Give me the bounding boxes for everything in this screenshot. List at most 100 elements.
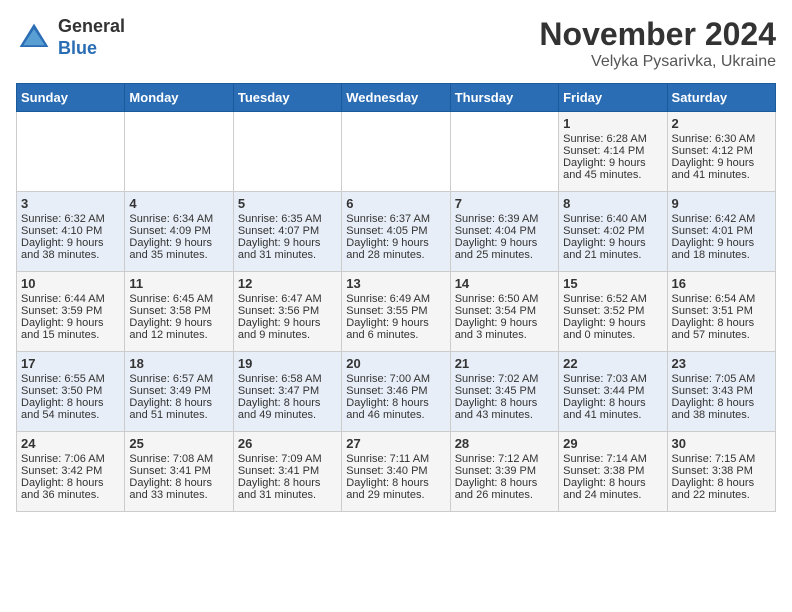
cell-line: Sunrise: 6:45 AM bbox=[129, 293, 228, 305]
calendar-cell: 15Sunrise: 6:52 AMSunset: 3:52 PMDayligh… bbox=[559, 272, 667, 352]
cell-line: and 18 minutes. bbox=[672, 249, 771, 261]
cell-line: Sunrise: 6:54 AM bbox=[672, 293, 771, 305]
calendar-row-1: 3Sunrise: 6:32 AMSunset: 4:10 PMDaylight… bbox=[17, 192, 776, 272]
location-subtitle: Velyka Pysarivka, Ukraine bbox=[539, 53, 776, 71]
calendar-cell: 21Sunrise: 7:02 AMSunset: 3:45 PMDayligh… bbox=[450, 352, 558, 432]
cell-line: Daylight: 8 hours bbox=[238, 477, 337, 489]
cell-line: and 45 minutes. bbox=[563, 169, 662, 181]
cell-line: Daylight: 8 hours bbox=[455, 477, 554, 489]
cell-line: and 31 minutes. bbox=[238, 249, 337, 261]
calendar-cell: 22Sunrise: 7:03 AMSunset: 3:44 PMDayligh… bbox=[559, 352, 667, 432]
cell-line: Sunset: 4:02 PM bbox=[563, 225, 662, 237]
cell-line: Daylight: 9 hours bbox=[563, 237, 662, 249]
cell-line: Daylight: 9 hours bbox=[455, 237, 554, 249]
header-cell-sunday: Sunday bbox=[17, 84, 125, 112]
cell-line: Daylight: 8 hours bbox=[672, 397, 771, 409]
cell-line: Daylight: 9 hours bbox=[346, 317, 445, 329]
cell-line: and 26 minutes. bbox=[455, 489, 554, 501]
calendar-cell bbox=[450, 112, 558, 192]
calendar-row-2: 10Sunrise: 6:44 AMSunset: 3:59 PMDayligh… bbox=[17, 272, 776, 352]
calendar-row-3: 17Sunrise: 6:55 AMSunset: 3:50 PMDayligh… bbox=[17, 352, 776, 432]
cell-line: and 28 minutes. bbox=[346, 249, 445, 261]
day-number: 18 bbox=[129, 356, 228, 371]
cell-line: and 6 minutes. bbox=[346, 329, 445, 341]
day-number: 8 bbox=[563, 196, 662, 211]
header-cell-saturday: Saturday bbox=[667, 84, 775, 112]
day-number: 29 bbox=[563, 436, 662, 451]
cell-line: Sunset: 3:56 PM bbox=[238, 305, 337, 317]
cell-line: Daylight: 8 hours bbox=[238, 397, 337, 409]
cell-line: and 38 minutes. bbox=[21, 249, 120, 261]
day-number: 17 bbox=[21, 356, 120, 371]
calendar-cell: 23Sunrise: 7:05 AMSunset: 3:43 PMDayligh… bbox=[667, 352, 775, 432]
cell-line: Daylight: 8 hours bbox=[563, 397, 662, 409]
cell-line: Sunrise: 6:47 AM bbox=[238, 293, 337, 305]
calendar-cell: 6Sunrise: 6:37 AMSunset: 4:05 PMDaylight… bbox=[342, 192, 450, 272]
cell-line: and 35 minutes. bbox=[129, 249, 228, 261]
cell-line: Daylight: 8 hours bbox=[21, 477, 120, 489]
day-number: 22 bbox=[563, 356, 662, 371]
cell-line: and 57 minutes. bbox=[672, 329, 771, 341]
day-number: 10 bbox=[21, 276, 120, 291]
calendar-cell: 26Sunrise: 7:09 AMSunset: 3:41 PMDayligh… bbox=[233, 432, 341, 512]
calendar-cell: 18Sunrise: 6:57 AMSunset: 3:49 PMDayligh… bbox=[125, 352, 233, 432]
cell-line: Daylight: 9 hours bbox=[238, 237, 337, 249]
cell-line: and 15 minutes. bbox=[21, 329, 120, 341]
calendar-cell: 16Sunrise: 6:54 AMSunset: 3:51 PMDayligh… bbox=[667, 272, 775, 352]
calendar-cell: 19Sunrise: 6:58 AMSunset: 3:47 PMDayligh… bbox=[233, 352, 341, 432]
calendar-cell: 27Sunrise: 7:11 AMSunset: 3:40 PMDayligh… bbox=[342, 432, 450, 512]
logo-blue-text: Blue bbox=[58, 38, 125, 60]
day-number: 2 bbox=[672, 116, 771, 131]
cell-line: and 51 minutes. bbox=[129, 409, 228, 421]
title-block: November 2024 Velyka Pysarivka, Ukraine bbox=[539, 16, 776, 71]
cell-line: Sunrise: 6:55 AM bbox=[21, 373, 120, 385]
calendar-table: SundayMondayTuesdayWednesdayThursdayFrid… bbox=[16, 83, 776, 512]
cell-line: Sunrise: 7:14 AM bbox=[563, 453, 662, 465]
cell-line: Sunset: 3:45 PM bbox=[455, 385, 554, 397]
cell-line: Sunset: 3:40 PM bbox=[346, 465, 445, 477]
cell-line: Sunset: 3:47 PM bbox=[238, 385, 337, 397]
day-number: 4 bbox=[129, 196, 228, 211]
cell-line: Daylight: 8 hours bbox=[21, 397, 120, 409]
cell-line: Sunset: 3:42 PM bbox=[21, 465, 120, 477]
calendar-cell: 25Sunrise: 7:08 AMSunset: 3:41 PMDayligh… bbox=[125, 432, 233, 512]
header-row: SundayMondayTuesdayWednesdayThursdayFrid… bbox=[17, 84, 776, 112]
header-cell-friday: Friday bbox=[559, 84, 667, 112]
cell-line: and 29 minutes. bbox=[346, 489, 445, 501]
cell-line: Daylight: 9 hours bbox=[129, 237, 228, 249]
cell-line: Daylight: 8 hours bbox=[672, 317, 771, 329]
cell-line: Daylight: 9 hours bbox=[346, 237, 445, 249]
logo-general-text: General bbox=[58, 16, 125, 38]
calendar-cell: 24Sunrise: 7:06 AMSunset: 3:42 PMDayligh… bbox=[17, 432, 125, 512]
calendar-cell: 7Sunrise: 6:39 AMSunset: 4:04 PMDaylight… bbox=[450, 192, 558, 272]
cell-line: Sunrise: 7:11 AM bbox=[346, 453, 445, 465]
cell-line: Sunrise: 6:50 AM bbox=[455, 293, 554, 305]
day-number: 26 bbox=[238, 436, 337, 451]
cell-line: and 12 minutes. bbox=[129, 329, 228, 341]
cell-line: Sunrise: 6:37 AM bbox=[346, 213, 445, 225]
cell-line: Sunrise: 6:44 AM bbox=[21, 293, 120, 305]
cell-line: and 0 minutes. bbox=[563, 329, 662, 341]
calendar-cell: 9Sunrise: 6:42 AMSunset: 4:01 PMDaylight… bbox=[667, 192, 775, 272]
cell-line: and 24 minutes. bbox=[563, 489, 662, 501]
cell-line: Sunset: 4:01 PM bbox=[672, 225, 771, 237]
calendar-row-0: 1Sunrise: 6:28 AMSunset: 4:14 PMDaylight… bbox=[17, 112, 776, 192]
cell-line: Sunrise: 6:39 AM bbox=[455, 213, 554, 225]
cell-line: and 31 minutes. bbox=[238, 489, 337, 501]
cell-line: Sunrise: 6:35 AM bbox=[238, 213, 337, 225]
cell-line: Daylight: 8 hours bbox=[346, 397, 445, 409]
cell-line: Sunrise: 6:42 AM bbox=[672, 213, 771, 225]
cell-line: Sunrise: 7:08 AM bbox=[129, 453, 228, 465]
calendar-cell: 30Sunrise: 7:15 AMSunset: 3:38 PMDayligh… bbox=[667, 432, 775, 512]
cell-line: and 43 minutes. bbox=[455, 409, 554, 421]
cell-line: Sunset: 3:43 PM bbox=[672, 385, 771, 397]
logo-icon bbox=[16, 20, 52, 56]
logo: General Blue bbox=[16, 16, 125, 59]
calendar-cell: 29Sunrise: 7:14 AMSunset: 3:38 PMDayligh… bbox=[559, 432, 667, 512]
cell-line: Sunrise: 6:32 AM bbox=[21, 213, 120, 225]
cell-line: Daylight: 9 hours bbox=[563, 157, 662, 169]
calendar-cell: 14Sunrise: 6:50 AMSunset: 3:54 PMDayligh… bbox=[450, 272, 558, 352]
header-cell-wednesday: Wednesday bbox=[342, 84, 450, 112]
calendar-cell bbox=[125, 112, 233, 192]
day-number: 12 bbox=[238, 276, 337, 291]
